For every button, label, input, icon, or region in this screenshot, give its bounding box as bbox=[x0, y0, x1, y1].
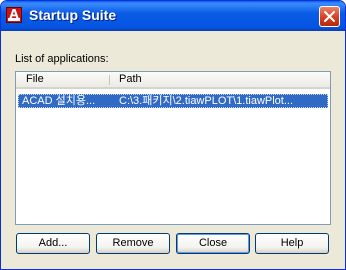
add-button[interactable]: Add... bbox=[16, 233, 90, 254]
column-header-path[interactable]: Path bbox=[109, 72, 330, 87]
list-item-path: C:\3.패키지\2.tiawPLOT\1.tiawPlot... bbox=[119, 95, 294, 107]
remove-button[interactable]: Remove bbox=[96, 233, 170, 254]
applications-list-label: List of applications: bbox=[15, 53, 109, 65]
startup-suite-dialog: Startup Suite List of applications: File… bbox=[0, 0, 346, 270]
list-header: File Path bbox=[16, 72, 330, 89]
close-window-button[interactable] bbox=[319, 6, 340, 27]
applications-list[interactable]: File Path ACAD 설치용... C:\3.패키지\2.tiawPLO… bbox=[15, 71, 331, 225]
close-button[interactable]: Close bbox=[176, 233, 250, 254]
close-icon bbox=[324, 11, 335, 22]
column-header-file[interactable]: File bbox=[16, 72, 109, 87]
title-bar[interactable]: Startup Suite bbox=[1, 1, 345, 31]
autocad-app-icon bbox=[6, 7, 22, 23]
help-button[interactable]: Help bbox=[255, 233, 329, 254]
list-item-file: ACAD 설치용... bbox=[22, 95, 96, 107]
list-item[interactable]: ACAD 설치용... C:\3.패키지\2.tiawPLOT\1.tiawPl… bbox=[18, 94, 328, 108]
window-title: Startup Suite bbox=[29, 7, 117, 23]
